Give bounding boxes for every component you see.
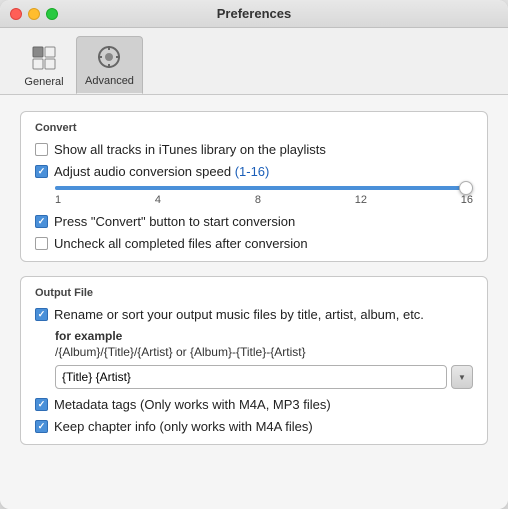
rename-row: Rename or sort your output music files b… bbox=[35, 307, 473, 322]
convert-section-header: Convert bbox=[35, 122, 473, 134]
press-convert-label: Press "Convert" button to start conversi… bbox=[54, 214, 295, 229]
show-all-tracks-checkbox[interactable] bbox=[35, 143, 48, 156]
minimize-button[interactable] bbox=[28, 8, 40, 20]
slider-label-16: 16 bbox=[461, 194, 473, 206]
template-input-row bbox=[55, 365, 473, 389]
template-input[interactable] bbox=[55, 365, 447, 389]
adjust-audio-speed-label: Adjust audio conversion speed (1-16) bbox=[54, 164, 269, 179]
chapter-label: Keep chapter info (only works with M4A f… bbox=[54, 419, 313, 434]
toolbar: General Advanced bbox=[0, 28, 508, 95]
example-path: /{Album}/{Title}/{Artist} or {Album}-{Ti… bbox=[55, 345, 473, 359]
convert-section: Convert Show all tracks in iTunes librar… bbox=[20, 111, 488, 262]
adjust-audio-speed-checkbox[interactable] bbox=[35, 165, 48, 178]
window-title: Preferences bbox=[217, 6, 291, 21]
speed-slider-container: 1 4 8 12 16 bbox=[55, 186, 473, 206]
traffic-lights bbox=[10, 8, 58, 20]
tab-general-label: General bbox=[24, 76, 63, 88]
speed-slider-thumb[interactable] bbox=[459, 181, 473, 195]
general-icon bbox=[28, 42, 60, 74]
speed-slider-fill bbox=[55, 186, 473, 190]
content-area: Convert Show all tracks in iTunes librar… bbox=[0, 95, 508, 509]
metadata-row: Metadata tags (Only works with M4A, MP3 … bbox=[35, 397, 473, 412]
show-all-tracks-row: Show all tracks in iTunes library on the… bbox=[35, 142, 473, 157]
tab-general[interactable]: General bbox=[16, 38, 72, 94]
slider-label-4: 4 bbox=[155, 194, 161, 206]
rename-label: Rename or sort your output music files b… bbox=[54, 307, 424, 322]
speed-slider-track[interactable] bbox=[55, 186, 473, 190]
slider-label-12: 12 bbox=[355, 194, 367, 206]
metadata-checkbox[interactable] bbox=[35, 398, 48, 411]
preferences-window: Preferences General bbox=[0, 0, 508, 509]
output-section: Output File Rename or sort your output m… bbox=[20, 276, 488, 445]
maximize-button[interactable] bbox=[46, 8, 58, 20]
advanced-icon bbox=[93, 41, 125, 73]
rename-checkbox[interactable] bbox=[35, 308, 48, 321]
speed-slider-labels: 1 4 8 12 16 bbox=[55, 194, 473, 206]
uncheck-completed-checkbox[interactable] bbox=[35, 237, 48, 250]
template-dropdown-button[interactable] bbox=[451, 365, 473, 389]
press-convert-checkbox[interactable] bbox=[35, 215, 48, 228]
press-convert-row: Press "Convert" button to start conversi… bbox=[35, 214, 473, 229]
tab-advanced[interactable]: Advanced bbox=[76, 36, 143, 94]
chapter-row: Keep chapter info (only works with M4A f… bbox=[35, 419, 473, 434]
slider-label-8: 8 bbox=[255, 194, 261, 206]
example-header: for example bbox=[55, 329, 473, 343]
chapter-checkbox[interactable] bbox=[35, 420, 48, 433]
close-button[interactable] bbox=[10, 8, 22, 20]
metadata-label: Metadata tags (Only works with M4A, MP3 … bbox=[54, 397, 331, 412]
slider-label-1: 1 bbox=[55, 194, 61, 206]
output-section-header: Output File bbox=[35, 287, 473, 299]
uncheck-completed-label: Uncheck all completed files after conver… bbox=[54, 236, 308, 251]
adjust-audio-speed-row: Adjust audio conversion speed (1-16) bbox=[35, 164, 473, 179]
tab-advanced-label: Advanced bbox=[85, 75, 134, 87]
titlebar: Preferences bbox=[0, 0, 508, 28]
uncheck-completed-row: Uncheck all completed files after conver… bbox=[35, 236, 473, 251]
show-all-tracks-label: Show all tracks in iTunes library on the… bbox=[54, 142, 326, 157]
